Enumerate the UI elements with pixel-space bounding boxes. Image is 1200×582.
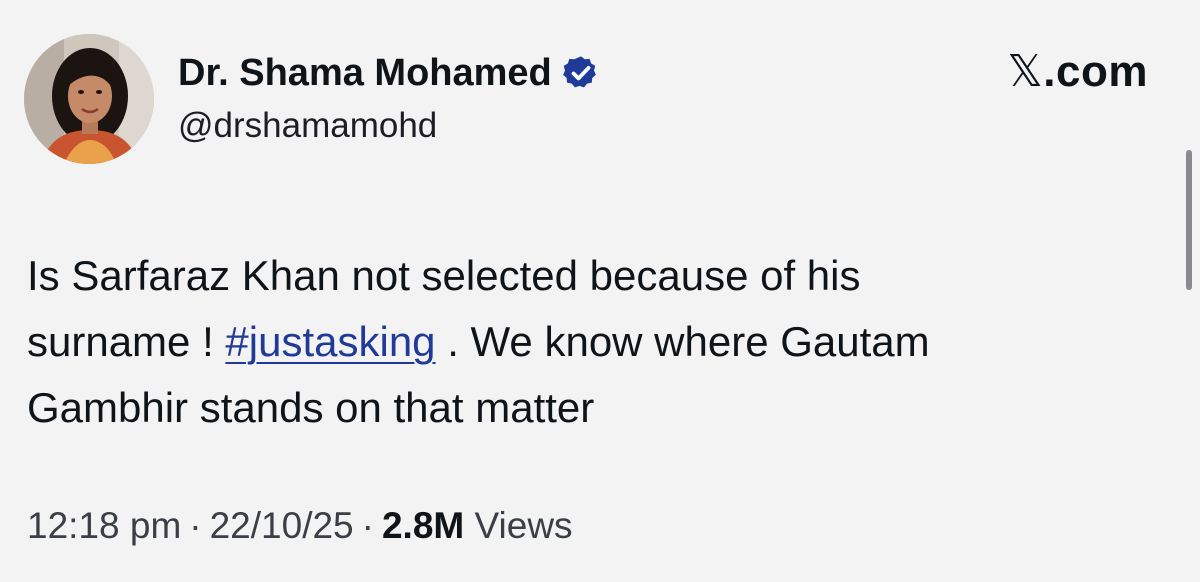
views-count: 2.8M (381, 505, 465, 546)
tweet-text-segment: surname ! (27, 318, 226, 365)
brand-domain: .com (1043, 47, 1148, 96)
hashtag-link[interactable]: #justasking (225, 318, 435, 365)
tweet-meta: 12:18 pm · 22/10/25 · 2.8M Views (27, 505, 573, 547)
meta-separator: · (361, 505, 374, 546)
tweet-date[interactable]: 22/10/25 (210, 505, 354, 546)
author-display-name[interactable]: Dr. Shama Mohamed (178, 52, 552, 95)
tweet-line-3: Gambhir stands on that matter (27, 384, 595, 431)
tweet-line-1: Is Sarfaraz Khan not selected because of… (27, 252, 861, 299)
scrollbar[interactable] (1186, 150, 1192, 290)
x-logo-icon: 𝕏 (1007, 46, 1044, 97)
tweet-text: Is Sarfaraz Khan not selected because of… (27, 243, 1137, 441)
tweet-line-2: surname ! #justasking . We know where Ga… (27, 309, 1137, 375)
author-handle[interactable]: @drshamamohd (178, 106, 437, 146)
meta-separator: · (189, 505, 202, 546)
profile-photo-icon (24, 34, 154, 164)
avatar[interactable] (24, 34, 154, 164)
tweet-card: Dr. Shama Mohamed @drshamamohd 𝕏.com Is … (0, 0, 1200, 582)
verified-badge-icon (562, 54, 600, 92)
tweet-text-segment: . We know where Gautam (435, 318, 930, 365)
views-label: Views (464, 505, 573, 546)
tweet-time[interactable]: 12:18 pm (27, 505, 181, 546)
x-com-brand: 𝕏.com (1007, 46, 1148, 97)
author-name-row: Dr. Shama Mohamed (178, 48, 600, 98)
